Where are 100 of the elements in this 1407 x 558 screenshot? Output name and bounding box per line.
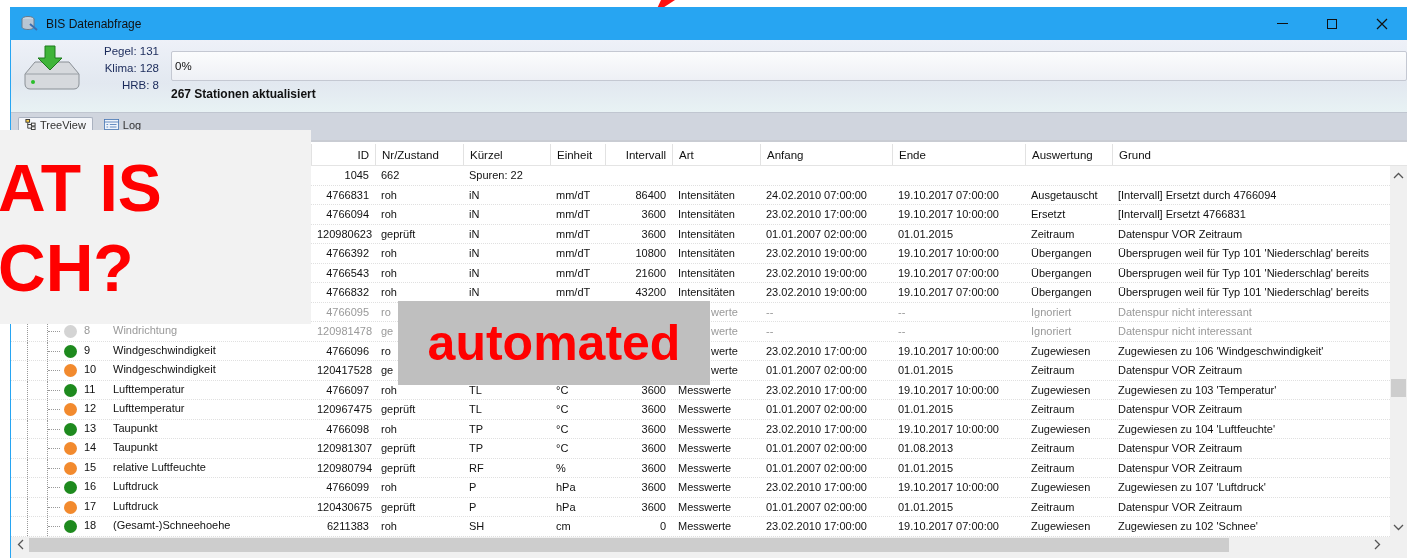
end-cell: 19.10.2017 10:00:00 (898, 422, 999, 435)
start-cell: 23.02.2010 17:00:00 (766, 422, 867, 435)
id-cell: 4766099 (326, 481, 369, 494)
row-number: 13 (84, 421, 97, 434)
state-cell: ro (381, 344, 391, 357)
row-number: 12 (84, 402, 97, 414)
code-cell: P (469, 481, 477, 494)
code-cell: iN (469, 208, 480, 221)
vertical-scrollbar[interactable] (1390, 166, 1407, 537)
state-cell: roh (381, 247, 397, 260)
track-name[interactable]: Taupunkt (113, 421, 158, 434)
reason-cell: [Intervall] Ersetzt durch 4766094 (1118, 188, 1277, 201)
type-cell: Intensitäten (678, 227, 735, 240)
close-icon (1376, 17, 1388, 30)
state-cell: 662 (381, 169, 400, 182)
type-cell: Messwerte (678, 442, 732, 455)
column-header[interactable]: Auswertung (1025, 144, 1112, 165)
interval-cell: 21600 (635, 266, 666, 279)
id-cell: 120980794 (317, 461, 373, 474)
column-header[interactable]: Ende (892, 144, 1025, 165)
reason-cell: Datenspur VOR Zeitraum (1118, 461, 1243, 474)
column-header[interactable]: Kürzel (463, 144, 550, 165)
id-cell: 4766098 (326, 422, 369, 435)
state-cell: roh (381, 188, 397, 201)
status-text: 267 Stationen aktualisiert (171, 87, 317, 101)
code-cell: TP (469, 422, 484, 435)
scroll-thumb[interactable] (29, 538, 1229, 552)
track-name[interactable]: Windgeschwindigkeit (113, 363, 216, 375)
interval-cell: 3600 (641, 208, 666, 221)
reason-cell: [Intervall] Ersetzt 4766831 (1118, 208, 1246, 221)
unit-cell: mm/dT (556, 286, 591, 299)
interval-cell: 3600 (641, 383, 666, 396)
track-name[interactable]: Windgeschwindigkeit (113, 343, 216, 356)
count-label: HRB: 8 (121, 79, 159, 91)
type-cell: werte (711, 325, 738, 338)
column-header[interactable]: Nr/Zustand (375, 144, 463, 165)
scroll-up-icon[interactable] (1393, 172, 1404, 179)
column-header[interactable]: Intervall (605, 144, 672, 165)
track-name[interactable]: Taupunkt (113, 441, 158, 453)
start-cell: 23.02.2010 17:00:00 (766, 344, 867, 357)
result-cell: Übergangen (1031, 266, 1092, 279)
reason-cell: Datenspur VOR Zeitraum (1118, 227, 1243, 240)
unit-cell: °C (556, 422, 569, 435)
start-cell: 23.02.2010 17:00:00 (766, 383, 867, 396)
type-cell: Messwerte (678, 383, 732, 396)
id-cell: 4766832 (326, 286, 369, 299)
column-header[interactable]: Anfang (760, 144, 892, 165)
interval-cell: 43200 (635, 286, 666, 299)
start-cell: 23.02.2010 17:00:00 (766, 520, 867, 533)
end-cell: 19.10.2017 10:00:00 (898, 247, 999, 260)
id-cell: 4766096 (326, 344, 369, 357)
start-cell: -- (766, 325, 774, 338)
unit-cell: mm/dT (556, 188, 591, 201)
code-cell: iN (469, 286, 480, 299)
unit-cell: mm/dT (556, 227, 591, 240)
reason-cell: Zugewiesen zu 106 'Windgeschwindigkeit' (1118, 344, 1324, 357)
code-cell: P (469, 500, 477, 513)
type-cell: Messwerte (678, 481, 732, 494)
row-number: 16 (84, 480, 97, 492)
start-cell: 01.01.2007 02:00:00 (766, 442, 867, 455)
progress-reading: 0% (175, 60, 192, 72)
track-name[interactable]: Luftdruck (113, 480, 159, 492)
id-cell: 4766543 (326, 266, 369, 279)
scroll-left-icon[interactable] (17, 539, 24, 550)
scroll-down-icon[interactable] (1393, 524, 1404, 531)
column-header[interactable]: Art (672, 144, 760, 165)
tab[interactable]: TreeView (18, 117, 93, 131)
column-header[interactable]: Grund (1112, 144, 1390, 165)
type-cell: Messwerte (678, 520, 732, 533)
unit-cell: hPa (556, 500, 576, 513)
track-name[interactable]: Lufttemperatur (113, 382, 185, 395)
track-name[interactable]: (Gesamt-)Schneehoehe (113, 519, 231, 531)
caption-text: AT IS (0, 150, 162, 227)
type-cell: Intensitäten (678, 266, 735, 279)
state-cell: roh (381, 266, 397, 279)
interval-cell: 86400 (635, 188, 666, 201)
unit-cell: mm/dT (556, 208, 591, 221)
end-cell: 19.10.2017 07:00:00 (898, 520, 999, 533)
count-label: Pegel: 131 (104, 45, 159, 57)
unit-cell: cm (556, 520, 571, 533)
horizontal-scrollbar[interactable] (11, 537, 1407, 553)
track-name[interactable]: Lufttemperatur (113, 402, 185, 414)
code-cell: TL (469, 383, 482, 396)
column-header[interactable]: Einheit (550, 144, 605, 165)
state-cell: roh (381, 208, 397, 221)
result-cell: Zugewiesen (1031, 383, 1091, 396)
result-cell: Ignoriert (1031, 305, 1072, 318)
interval-cell: 3600 (641, 442, 666, 455)
unit-cell: % (556, 461, 566, 474)
interval-cell: 3600 (641, 403, 666, 416)
scroll-thumb[interactable] (1391, 379, 1406, 397)
track-name[interactable]: Luftdruck (113, 499, 159, 512)
reason-cell: Zugewiesen zu 103 'Temperatur' (1118, 383, 1277, 396)
end-cell: 19.10.2017 10:00:00 (898, 481, 999, 494)
app-icon (21, 15, 38, 32)
id-cell: 4766831 (326, 188, 369, 201)
track-name[interactable]: relative Luftfeuchte (113, 460, 206, 473)
count-label: Klima: 128 (104, 62, 159, 74)
scroll-right-icon[interactable] (1374, 539, 1381, 550)
state-cell: geprüft (381, 442, 416, 455)
